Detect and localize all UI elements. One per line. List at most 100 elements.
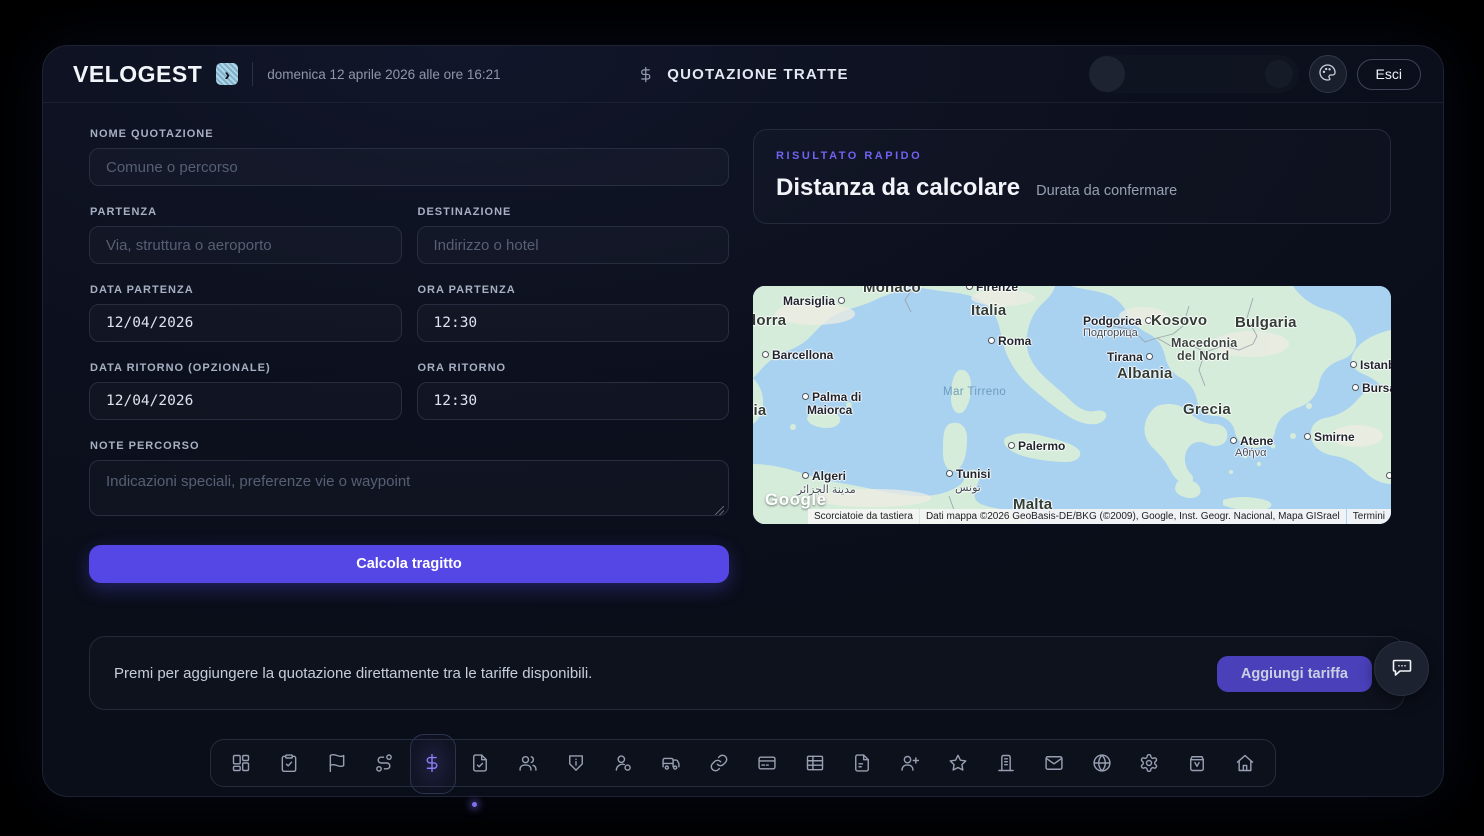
toolbar-item-star[interactable] [934,739,982,787]
toolbar-item-clipboard-check[interactable] [265,739,313,787]
mail-icon [1044,753,1064,773]
aggiungi-tariffa-button[interactable]: Aggiungi tariffa [1216,656,1372,692]
result-distance: Distanza da calcolare [776,174,1021,201]
ora-partenza-input[interactable] [416,304,729,342]
toolbar-item-settings[interactable] [1125,739,1173,787]
avatar-small [1264,60,1293,88]
toolbar-item-link[interactable] [695,739,743,787]
calcola-tragitto-button[interactable]: Calcola tragitto [89,545,729,583]
toolbar-item-shield-info[interactable] [552,739,600,787]
flag-icon [327,753,347,773]
settings-icon [1139,753,1159,773]
map-label: Kosovo [1151,312,1208,329]
terms-link[interactable]: Termini [1346,509,1391,524]
map-label: Bulgaria [1235,314,1297,331]
map-label: Tunisi [943,467,990,481]
credit-card-icon [757,753,777,773]
toolbar-item-user-plus[interactable] [886,739,934,787]
map-label: Palma di [799,390,861,404]
data-ritorno-label: DATA RITORNO (OPZIONALE) [90,362,271,374]
map-label: dorra [753,312,787,329]
toolbar-item-package[interactable] [1173,739,1221,787]
destinazione-label: DESTINAZIONE [417,206,512,218]
data-partenza-label: DATA PARTENZA [90,284,194,296]
file-text-icon [852,753,872,773]
link-icon [709,753,729,773]
map-label: Istanbul [1347,358,1391,372]
theme-palette-button[interactable] [1308,55,1347,93]
package-icon [1187,753,1207,773]
map-label: Monaco [863,286,921,296]
toolbar-item-mail[interactable] [1030,739,1078,787]
map[interactable]: Monaco Firenze Marsiglia dorra Italia Roma Bar… [753,286,1391,524]
header-divider [252,62,254,86]
toolbar-item-table[interactable] [791,739,839,787]
toolbar-item-home[interactable] [1221,739,1269,787]
dollar-icon [637,66,654,83]
google-logo: Google [765,490,827,509]
map-label: Barcellona [759,348,833,362]
app-header: VELOGEST › domenica 12 aprile 2026 alle … [43,46,1443,103]
toolbar-item-flag[interactable] [313,739,361,787]
destinazione-input[interactable] [416,226,729,264]
toolbar-item-route[interactable] [360,739,408,787]
dollar-icon [422,753,442,773]
toolbar-item-file-text[interactable] [839,739,887,787]
ora-ritorno-label: ORA RITORNO [417,362,507,374]
nome-quotazione-input[interactable] [89,148,729,186]
keyboard-shortcuts-link[interactable]: Scorciatoie da tastiera [807,509,919,524]
buses-icon [661,753,681,773]
toolbar-item-globe[interactable] [1078,739,1126,787]
map-data-attribution: Dati mappa ©2026 GeoBasis-DE/BKG (©2009)… [919,509,1346,524]
chat-button[interactable] [1374,641,1429,696]
note-percorso-textarea[interactable] [89,460,729,516]
toolbar-item-dashboard[interactable] [217,739,265,787]
map-label: Maiorca [807,403,853,417]
partenza-input[interactable] [89,226,402,264]
page-title: QUOTAZIONE TRATTE [667,65,849,83]
data-ritorno-input[interactable] [89,382,402,420]
palette-icon [1318,63,1337,85]
user-pill[interactable] [1088,55,1299,93]
user-status-icon [613,753,633,773]
tariff-message: Premi per aggiungere la quotazione diret… [114,664,593,682]
map-label: Podgorica [1083,314,1155,328]
map-label: Italia [971,302,1007,319]
note-percorso-label: NOTE PERCORSO [90,440,200,452]
toolbar-item-building[interactable] [982,739,1030,787]
map-label: Marsiglia [783,294,848,308]
map-label: Grecia [1183,401,1231,418]
toolbar-item-buses[interactable] [647,739,695,787]
map-label: cia [753,402,767,419]
toolbar-item-users[interactable] [504,739,552,787]
map-label: تونس [955,482,981,494]
map-label: Mar Tirreno [943,386,1007,398]
toolbar-item-user-status[interactable] [600,739,648,787]
users-icon [518,753,538,773]
header-datetime: domenica 12 aprile 2026 alle ore 16:21 [267,66,501,82]
star-icon [948,753,968,773]
map-label: Firenze [963,286,1018,294]
logout-button[interactable]: Esci [1356,58,1421,90]
toolbar-item-credit-card[interactable] [743,739,791,787]
app-window: VELOGEST › domenica 12 aprile 2026 alle … [42,45,1444,807]
brand-logo: VELOGEST [73,60,203,87]
shield-info-icon [566,753,586,773]
toolbar-item-dollar[interactable] [408,734,457,794]
quick-result-card: RISULTATO RAPIDO Distanza da calcolare D… [753,129,1391,224]
map-label: A [1383,469,1391,483]
map-label: Подгорица [1083,327,1138,339]
map-label: Smirne [1301,430,1355,444]
map-label: Albania [1117,365,1173,382]
toolbar-item-file-check[interactable] [456,739,504,787]
partenza-label: PARTENZA [90,206,158,218]
result-column: RISULTATO RAPIDO Distanza da calcolare D… [753,129,1391,524]
home-icon [1235,753,1255,773]
data-partenza-input[interactable] [89,304,402,342]
map-label: del Nord [1177,349,1230,363]
map-label: Palermo [1005,439,1065,453]
map-label: Roma [985,334,1031,348]
ora-ritorno-input[interactable] [416,382,729,420]
globe-icon [1092,753,1112,773]
route-icon [374,753,394,773]
